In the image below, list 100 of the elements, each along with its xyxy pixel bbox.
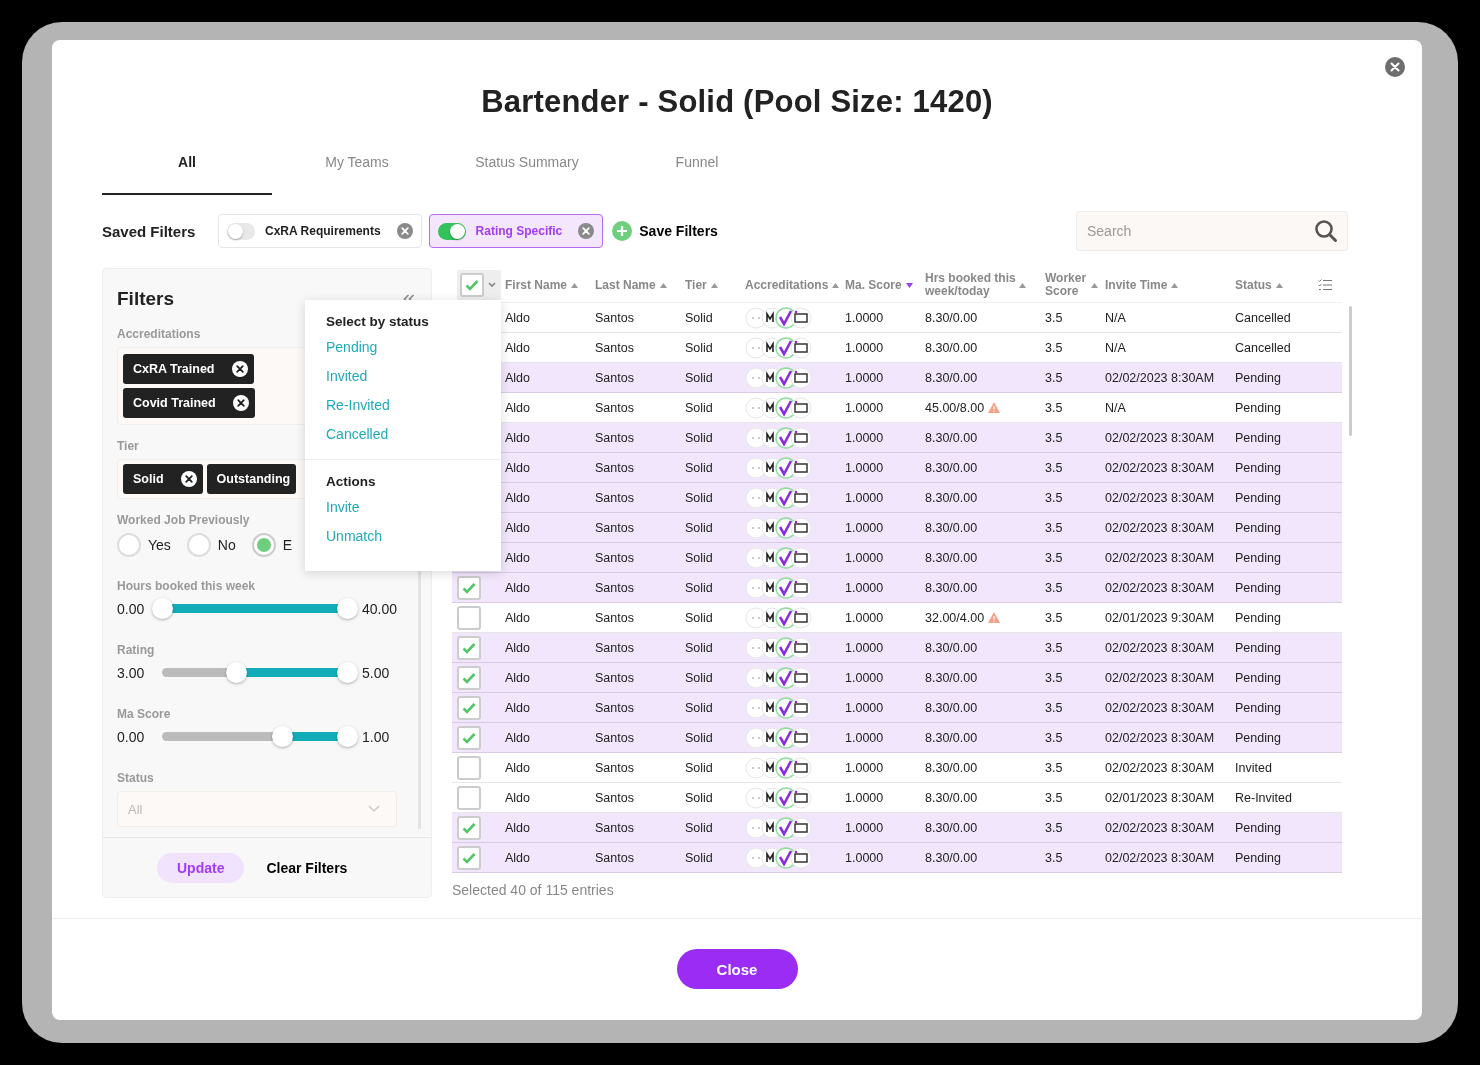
table-cell: 8.30/0.00 [925, 640, 978, 655]
tab[interactable]: Status Summary [442, 145, 612, 195]
saved-filter-chip[interactable]: Rating Specific [428, 214, 604, 248]
sort-icon[interactable] [659, 282, 667, 288]
table-row[interactable]: Aldo Santos Solid 1.0000 8.30/0.00 3.5 02/02/2023 8:30AM Pending [452, 633, 1342, 663]
accreditation-badges-icon [745, 816, 813, 839]
filter-chip[interactable]: Outstanding [206, 464, 297, 494]
column-header[interactable]: Hrs booked this week/today [925, 272, 1017, 298]
save-filters-button[interactable]: Save Filters [610, 221, 720, 241]
column-header[interactable]: Tier [685, 278, 707, 292]
search-icon[interactable] [1314, 219, 1338, 243]
checkbox[interactable] [457, 785, 481, 810]
sort-icon[interactable] [905, 282, 913, 288]
slider-thumb[interactable] [226, 662, 247, 683]
saved-filter-chip[interactable]: CxRA Requirements [218, 214, 422, 248]
column-settings-icon[interactable] [1318, 279, 1332, 291]
remove-icon[interactable] [232, 395, 249, 411]
checkbox[interactable] [457, 815, 481, 840]
table-row[interactable]: Aldo Santos Solid 1.0000 8.30/0.00 3.5 02/02/2023 8:30AM Pending [452, 813, 1342, 843]
slider-thumb[interactable] [337, 598, 358, 619]
close-icon[interactable] [1385, 57, 1405, 77]
checkbox[interactable] [457, 755, 481, 780]
table-cell: Solid [685, 610, 713, 625]
table-cell: Aldo [505, 460, 531, 475]
radio-option[interactable]: Yes [117, 533, 171, 557]
checkbox[interactable] [457, 635, 481, 660]
sort-icon[interactable] [710, 282, 718, 288]
table-cell: 3.5 [1045, 670, 1063, 685]
clear-filters-button[interactable]: Clear Filters [266, 859, 348, 876]
tab[interactable]: Funnel [612, 145, 782, 195]
sort-icon[interactable] [1275, 282, 1283, 288]
remove-icon[interactable] [180, 471, 197, 487]
filter-chip[interactable]: Solid [123, 464, 203, 494]
tab[interactable]: My Teams [272, 145, 442, 195]
filter-label: Worked Job Previously [117, 513, 251, 527]
tab[interactable]: All [102, 145, 272, 195]
filter-chip[interactable]: CxRA Trained [123, 354, 254, 384]
checkbox[interactable] [457, 605, 481, 630]
sort-icon[interactable] [1091, 282, 1098, 288]
table-row[interactable]: Aldo Santos Solid 1.0000 8.30/0.00 3.5 02/02/2023 8:30AM Pending [452, 843, 1342, 873]
table-cell: Pending [1235, 670, 1281, 685]
column-header[interactable]: Accreditations [745, 278, 829, 292]
table-row[interactable]: Aldo Santos Solid 1.0000 8.30/0.00 3.5 02/02/2023 8:30AM Pending [452, 573, 1342, 603]
table-cell: 02/02/2023 8:30AM [1105, 850, 1215, 865]
table-cell: 02/02/2023 8:30AM [1105, 640, 1215, 655]
checkbox[interactable] [457, 665, 481, 690]
radio-icon[interactable] [117, 533, 141, 557]
table-row[interactable]: Aldo Santos Solid 1.0000 8.30/0.00 3.5 02/02/2023 8:30AM Pending [452, 543, 1342, 573]
slider-min: 0.00 [117, 729, 146, 745]
accreditation-badges-icon [745, 396, 813, 419]
toggle-switch[interactable] [227, 222, 255, 240]
accreditation-badges-icon [745, 546, 813, 569]
slider-thumb[interactable] [337, 662, 358, 683]
table-cell: Pending [1235, 460, 1281, 475]
table-cell: 1.0000 [845, 730, 884, 745]
slider-thumb[interactable] [337, 726, 358, 747]
remove-icon[interactable] [231, 361, 248, 377]
search-field[interactable]: Search [1076, 211, 1348, 251]
range-slider[interactable] [151, 598, 358, 620]
column-header[interactable]: Ma. Score [845, 278, 902, 292]
dialog-title: Bartender - Solid (Pool Size: 1420) [480, 83, 994, 121]
toggle-switch[interactable] [437, 222, 466, 240]
checkbox[interactable] [457, 695, 481, 720]
column-header[interactable]: Invite Time [1105, 278, 1168, 292]
slider-thumb[interactable] [152, 598, 173, 619]
table-cell: 3.5 [1045, 850, 1063, 865]
table-cell: Santos [595, 850, 634, 865]
filter-chip[interactable]: Covid Trained [123, 388, 255, 418]
checkbox[interactable] [460, 273, 484, 297]
checkbox[interactable] [457, 575, 481, 600]
table-row[interactable]: Aldo Santos Solid 1.0000 8.30/0.00 3.5 02/02/2023 8:30AM Invited [452, 753, 1342, 783]
table-cell: Aldo [505, 400, 531, 415]
radio-option[interactable]: No [186, 533, 236, 557]
select-all-control[interactable] [457, 270, 501, 300]
checkbox[interactable] [457, 725, 481, 750]
sort-icon[interactable] [1171, 282, 1179, 288]
sort-icon[interactable] [571, 282, 579, 288]
radio-icon[interactable] [186, 533, 211, 557]
table-cell: 1.0000 [845, 430, 884, 445]
scrollbar[interactable] [1349, 306, 1352, 436]
checkbox[interactable] [457, 845, 481, 870]
accreditation-badges-icon [745, 756, 813, 779]
column-header[interactable]: Last Name [595, 278, 656, 292]
column-header[interactable]: Status [1235, 278, 1272, 292]
table-row[interactable]: Aldo Santos Solid 1.0000 8.30/0.00 3.5 02/02/2023 8:30AM Pending [452, 693, 1342, 723]
checkmark-icon [462, 701, 476, 714]
table-cell: 02/02/2023 8:30AM [1105, 820, 1215, 835]
radio-icon[interactable] [251, 533, 276, 557]
table-cell: Solid [685, 520, 713, 535]
column-header[interactable]: First Name [505, 278, 568, 292]
close-button[interactable]: Close [676, 949, 798, 989]
update-button[interactable]: Update [157, 852, 245, 883]
sort-icon[interactable] [832, 282, 840, 288]
table-cell: Santos [595, 760, 634, 775]
sort-icon[interactable] [1019, 282, 1026, 288]
slider-thumb[interactable] [272, 726, 294, 747]
column-header[interactable]: Worker Score [1045, 272, 1085, 298]
table-row[interactable]: Aldo Santos Solid 1.0000 8.30/0.00 3.5 02/02/2023 8:30AM Pending [452, 723, 1342, 753]
table-row[interactable]: Aldo Santos Solid 1.0000 8.30/0.00 3.5 02/02/2023 8:30AM Pending [452, 663, 1342, 693]
radio-option[interactable]: E [251, 533, 293, 557]
